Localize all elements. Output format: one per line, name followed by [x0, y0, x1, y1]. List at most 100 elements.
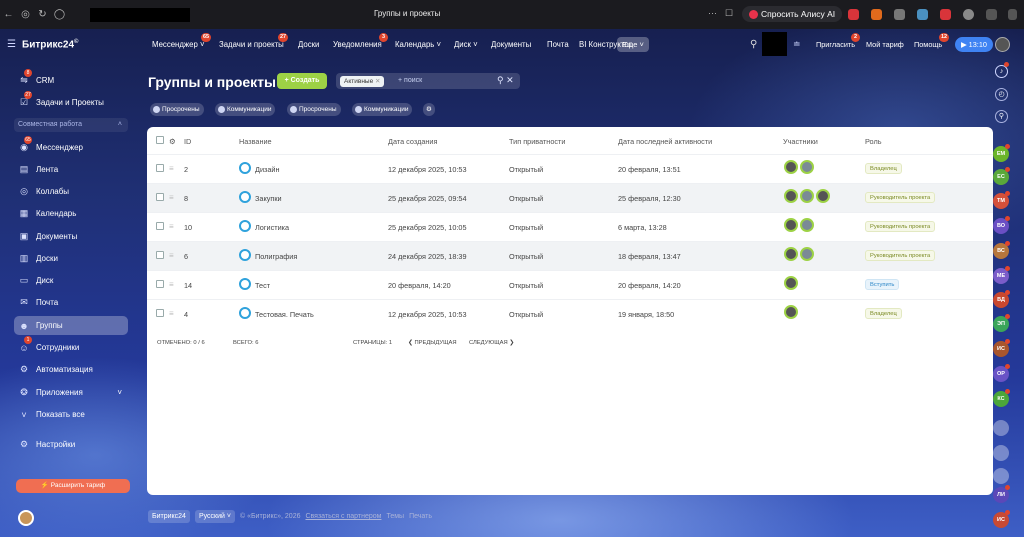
next-page-link[interactable]: СЛЕДУЮЩАЯ ❯ — [469, 340, 514, 346]
search-icon[interactable]: ⚲ — [750, 39, 757, 50]
table-row[interactable]: ≡ 6 Полиграфия 24 декабря 2025, 18:39 Открыт… — [147, 241, 993, 270]
sidebar-item-employees[interactable]: ☺ Сотрудники 1 — [14, 336, 128, 357]
nav-boards[interactable]: Доски — [298, 40, 319, 49]
sidebar-item-groups[interactable]: ☻ Группы — [14, 316, 128, 335]
ask-alice-button[interactable]: Спросить Алису AI — [742, 6, 843, 22]
drag-handle-icon[interactable]: ≡ — [169, 222, 174, 231]
sidebar-item-messenger[interactable]: ◉ Мессенджер 65 — [14, 136, 128, 157]
column-header-id[interactable]: ID — [184, 137, 191, 146]
sidebar-item-calendar[interactable]: ▦ Календарь — [14, 204, 128, 223]
drag-handle-icon[interactable]: ≡ — [169, 309, 174, 318]
nav-calendar[interactable]: Календарь ˅ — [395, 40, 441, 49]
drag-handle-icon[interactable]: ≡ — [169, 164, 174, 173]
member-avatar[interactable] — [800, 160, 814, 174]
nav-tasks[interactable]: Задачи и проекты — [219, 40, 284, 49]
member-avatar[interactable] — [784, 189, 798, 203]
cell-name[interactable]: Тестовая. Печать — [255, 310, 314, 319]
user-avatar[interactable] — [995, 37, 1010, 52]
sidebar-item-boards[interactable]: ▥ Доски — [14, 249, 128, 268]
chip-overdue[interactable]: Просрочены — [150, 103, 204, 116]
logo[interactable]: Битрикс24© — [22, 39, 78, 50]
create-button[interactable]: + Создать — [277, 73, 327, 89]
member-avatar[interactable] — [800, 218, 814, 232]
sidebar-item-mail[interactable]: ✉ Почта — [14, 293, 128, 312]
nav-messenger[interactable]: Мессенджер ˅ — [152, 40, 205, 49]
sidebar-item-feed[interactable]: ▤ Лента — [14, 160, 128, 179]
row-checkbox[interactable] — [156, 164, 164, 172]
close-icon[interactable]: ✕ — [506, 75, 514, 85]
cell-name[interactable]: Логистика — [255, 223, 289, 232]
select-all-checkbox[interactable] — [156, 136, 164, 144]
column-settings-icon[interactable]: ⚙ — [169, 137, 176, 146]
column-header-role[interactable]: Роль — [865, 137, 882, 146]
screenshot-icon[interactable] — [986, 9, 997, 20]
themes-link[interactable]: Темы — [386, 513, 404, 520]
more-button[interactable]: Еще ˅ — [617, 37, 649, 52]
settings-icon[interactable]: ≐ — [793, 39, 801, 50]
sidebar-item-drive[interactable]: ▭ Диск — [14, 271, 128, 290]
search-input[interactable]: + поиск — [398, 77, 422, 84]
media-icon[interactable] — [963, 9, 974, 20]
cell-name[interactable]: Полиграфия — [255, 252, 297, 261]
cell-name[interactable]: Закупки — [255, 194, 282, 203]
user-placeholder-icon[interactable] — [993, 445, 1009, 461]
my-plan-button[interactable]: Мой тариф — [862, 37, 908, 52]
nav-mail[interactable]: Почта — [547, 40, 569, 49]
prev-page-link[interactable]: ❮ ПРЕДЫДУЩАЯ — [408, 340, 457, 346]
chip-overdue[interactable]: Просрочены — [287, 103, 341, 116]
table-row[interactable]: ≡ 4 Тестовая. Печать 12 декабря 2025, 10:53… — [147, 299, 993, 328]
language-select[interactable]: Русский ˅ — [194, 510, 235, 523]
user-placeholder-icon[interactable] — [993, 468, 1009, 484]
print-link[interactable]: Печать — [409, 513, 432, 520]
row-checkbox[interactable] — [156, 193, 164, 201]
partner-link[interactable]: Связаться с партнером — [305, 513, 381, 520]
profile-avatar[interactable] — [18, 510, 34, 526]
shield-icon[interactable]: ◯ — [51, 9, 68, 20]
table-row[interactable]: ≡ 2 Дизайн 12 декабря 2025, 10:53 Открытый 20… — [147, 154, 993, 183]
member-avatar[interactable] — [784, 247, 798, 261]
column-header-members[interactable]: Участники — [783, 137, 818, 146]
upgrade-plan-button[interactable]: ⚡ Расширить тариф — [16, 479, 130, 493]
extension-icon[interactable] — [894, 9, 905, 20]
extension-icon[interactable] — [917, 9, 928, 20]
table-row[interactable]: ≡ 10 Логистика 25 декабря 2025, 10:05 Открыт… — [147, 212, 993, 241]
column-header-name[interactable]: Название — [239, 137, 272, 146]
cell-name[interactable]: Тест — [255, 281, 270, 290]
member-avatar[interactable] — [784, 160, 798, 174]
sidebar-section[interactable]: Совместная работа ˄ — [14, 118, 128, 132]
bookmark-icon[interactable]: ☐ — [725, 8, 733, 19]
member-avatar[interactable] — [816, 189, 830, 203]
member-avatar[interactable] — [784, 218, 798, 232]
back-icon[interactable]: ← — [0, 9, 17, 20]
footer-logo[interactable]: Битрикс24 — [148, 510, 190, 523]
member-avatar[interactable] — [800, 247, 814, 261]
row-checkbox[interactable] — [156, 251, 164, 259]
table-row[interactable]: ≡ 8 Закупки 25 декабря 2025, 09:54 Открытый 2… — [147, 183, 993, 212]
menu-icon[interactable]: ☰ — [7, 39, 16, 50]
chip-communications[interactable]: Коммуникации — [215, 103, 276, 116]
search-icon[interactable]: ⚲ — [995, 110, 1008, 123]
history-icon[interactable]: ◴ — [995, 88, 1008, 101]
user-placeholder-icon[interactable] — [993, 420, 1009, 436]
chip-settings[interactable]: ⚙ — [423, 103, 435, 116]
sidebar-item-tasks[interactable]: ☑ Задачи и Проекты 27 — [14, 91, 128, 112]
row-checkbox[interactable] — [156, 280, 164, 288]
download-icon[interactable] — [1008, 9, 1017, 20]
drag-handle-icon[interactable]: ≡ — [169, 251, 174, 260]
nav-notifications[interactable]: Уведомления — [333, 40, 382, 49]
member-avatar[interactable] — [784, 276, 798, 290]
table-row[interactable]: ≡ 14 Тест 20 февраля, 14:20 Открытый 20 февра… — [147, 270, 993, 299]
column-header-created[interactable]: Дата создания — [388, 137, 437, 146]
filter-tag-active[interactable]: Активные ✕ — [340, 76, 385, 87]
extension-icon[interactable] — [871, 9, 882, 20]
adblock-icon[interactable] — [848, 9, 859, 20]
drag-handle-icon[interactable]: ≡ — [169, 280, 174, 289]
nav-drive[interactable]: Диск ˅ — [454, 40, 478, 49]
reload-icon[interactable]: ↻ — [34, 9, 51, 20]
cell-name[interactable]: Дизайн — [255, 165, 280, 174]
sidebar-show-all[interactable]: ˅ Показать все — [14, 405, 128, 424]
drag-handle-icon[interactable]: ≡ — [169, 193, 174, 202]
sidebar-item-collabs[interactable]: ◎ Коллабы — [14, 182, 128, 201]
member-avatar[interactable] — [784, 305, 798, 319]
sidebar-item-crm[interactable]: ⇋ CRM 8 — [14, 69, 128, 90]
